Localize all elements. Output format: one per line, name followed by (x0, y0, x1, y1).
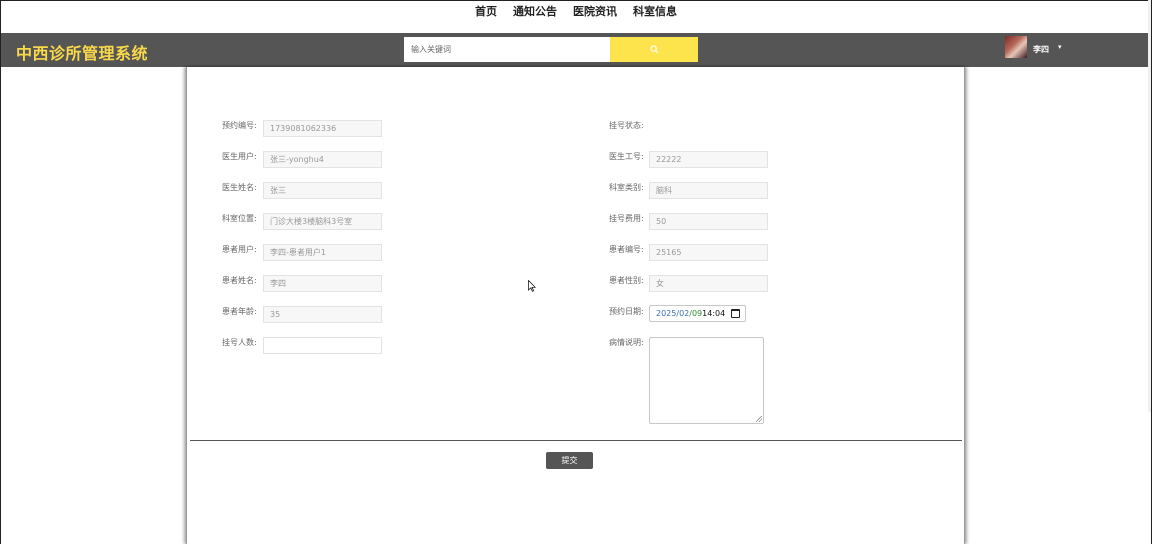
avatar[interactable] (1005, 36, 1027, 58)
submit-button[interactable]: 提交 (546, 452, 593, 469)
field-patient-gender: 患者性别: (609, 275, 644, 286)
label-department-type: 科室类别: (609, 183, 644, 192)
nav-home[interactable]: 首页 (475, 3, 497, 33)
patient-age-input[interactable]: 35 (263, 306, 382, 323)
nav-notices[interactable]: 通知公告 (513, 3, 557, 33)
doctor-id-input[interactable]: 22222 (649, 151, 768, 168)
field-doctor-user: 医生用户: (222, 151, 257, 162)
date-day: 09 (691, 309, 703, 318)
label-doctor-name: 医生姓名: (222, 183, 257, 192)
field-department-type: 科室类别: (609, 182, 644, 193)
field-condition-notes: 病情说明: (609, 337, 644, 348)
nav-hospital-news[interactable]: 医院资讯 (573, 3, 617, 33)
label-registration-fee: 挂号费用: (609, 214, 644, 223)
form-divider (190, 440, 962, 441)
doctor-name-input[interactable]: 张三 (263, 182, 382, 199)
site-title: 中西诊所管理系统 (16, 44, 149, 63)
label-registration-status: 挂号状态: (609, 121, 644, 130)
field-patient-id: 患者编号: (609, 244, 644, 255)
field-patient-name: 患者姓名: (222, 275, 257, 286)
appointment-form-card: 预约编号: 1739081062336 医生用户: 张三-yonghu4 医生姓… (186, 67, 965, 544)
label-patient-gender: 患者性别: (609, 276, 644, 285)
date-month: 02 (679, 309, 690, 318)
field-appointment-date: 预约日期: (609, 306, 644, 317)
field-registration-count: 挂号人数: (222, 337, 257, 348)
field-patient-age: 患者年龄: (222, 306, 257, 317)
department-type-input[interactable]: 脑科 (649, 182, 768, 199)
condition-notes-textarea[interactable] (649, 337, 764, 424)
nav-department-info[interactable]: 科室信息 (633, 3, 677, 33)
label-condition-notes: 病情说明: (609, 338, 644, 347)
label-patient-name: 患者姓名: (222, 276, 257, 285)
patient-name-input[interactable]: 李四 (263, 275, 382, 292)
search-icon (649, 45, 658, 54)
label-patient-id: 患者编号: (609, 245, 644, 254)
resize-handle-icon[interactable] (756, 416, 762, 422)
appointment-no-input[interactable]: 1739081062336 (263, 120, 382, 137)
field-patient-user: 患者用户: (222, 244, 257, 255)
patient-id-input[interactable]: 25165 (649, 244, 768, 261)
label-appointment-no: 预约编号: (222, 121, 257, 130)
field-doctor-id: 医生工号: (609, 151, 644, 162)
label-registration-count: 挂号人数: (222, 338, 257, 347)
label-patient-user: 患者用户: (222, 245, 257, 254)
doctor-user-input[interactable]: 张三-yonghu4 (263, 151, 382, 168)
label-doctor-user: 医生用户: (222, 152, 257, 161)
department-location-input[interactable]: 门诊大楼3楼脑科3号室 (263, 213, 382, 230)
mouse-cursor-icon (528, 280, 536, 292)
search-input[interactable] (404, 37, 610, 62)
search-button[interactable] (610, 37, 698, 62)
appointment-date-input[interactable]: 2025/02/09 14:04 (649, 305, 746, 322)
top-navigation: 首页 通知公告 医院资讯 科室信息 (0, 0, 1152, 33)
field-registration-status: 挂号状态: (609, 120, 644, 131)
registration-count-input[interactable] (263, 337, 382, 354)
label-appointment-date: 预约日期: (609, 307, 644, 316)
calendar-icon[interactable] (731, 309, 741, 318)
field-appointment-no: 预约编号: (222, 120, 257, 131)
patient-user-input[interactable]: 李四-患者用户1 (263, 244, 382, 261)
date-year: 2025 (656, 309, 677, 318)
chevron-down-icon[interactable]: ▾ (1058, 43, 1062, 51)
label-patient-age: 患者年龄: (222, 307, 257, 316)
field-registration-fee: 挂号费用: (609, 213, 644, 224)
date-time: 14:04 (702, 309, 726, 318)
patient-gender-input[interactable]: 女 (649, 275, 768, 292)
registration-fee-input[interactable]: 50 (649, 213, 768, 230)
username[interactable]: 李四 (1033, 44, 1049, 55)
label-doctor-id: 医生工号: (609, 152, 644, 161)
field-doctor-name: 医生姓名: (222, 182, 257, 193)
field-department-location: 科室位置: (222, 213, 257, 224)
label-department-location: 科室位置: (222, 214, 257, 223)
vertical-scrollbar[interactable] (1148, 0, 1151, 412)
header-bar: 中西诊所管理系统 李四 ▾ (1, 33, 1151, 67)
